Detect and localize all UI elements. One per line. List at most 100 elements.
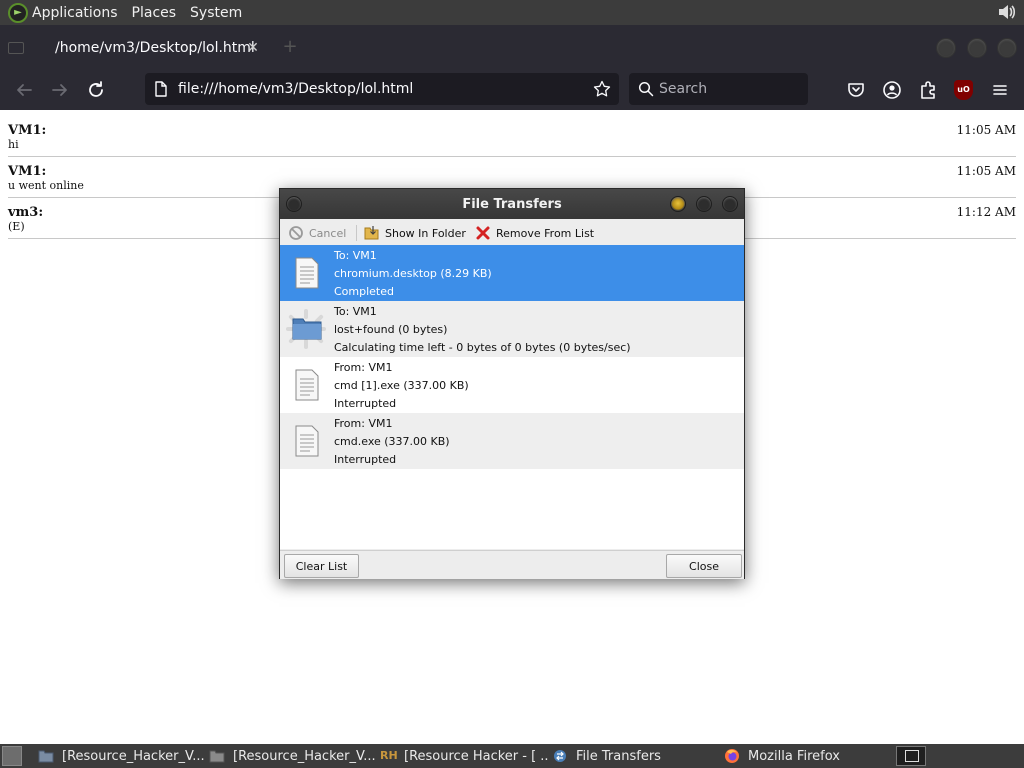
transfer-row[interactable]: To: VM1 lost+found (0 bytes) Calculating… [280,301,744,357]
document-icon [295,369,319,401]
system-menu[interactable]: System [190,5,242,21]
dialog-titlebar[interactable]: File Transfers [280,189,744,219]
reload-icon[interactable] [84,78,108,102]
message-time: 11:12 AM [956,205,1016,219]
maximize-window-button[interactable] [967,38,987,58]
clear-list-button[interactable]: Clear List [284,554,359,578]
top-panel: ► Applications Places System [0,0,1024,25]
remove-from-list-label: Remove From List [496,226,595,240]
message-sender: VM1: [8,123,47,138]
bottom-taskbar: [Resource_Hacker_V... [Resource_Hacker_V… [0,744,1024,768]
workspace-window-icon [905,750,919,762]
taskbar-item-label: [Resource_Hacker_V... [62,748,205,764]
taskbar-item-label: [Resource Hacker - [ ... [404,748,548,764]
show-in-folder-label: Show In Folder [385,226,466,240]
remove-x-icon [476,226,490,240]
taskbar-item[interactable]: Mozilla Firefox [724,746,892,766]
taskbar-item-label: [Resource_Hacker_V... [233,748,376,764]
transfer-direction: To: VM1 [334,305,377,318]
ublock-origin-icon[interactable]: uO [954,80,973,100]
page-icon [155,81,167,97]
transfer-row[interactable]: To: VM1 chromium.desktop (8.29 KB) Compl… [280,245,744,301]
transfer-file: lost+found (0 bytes) [334,323,448,336]
search-placeholder: Search [659,81,708,97]
cancel-transfer-button[interactable]: Cancel [288,225,346,241]
cancel-icon [289,226,303,240]
tab-overview-icon[interactable] [8,42,24,54]
transfer-list: To: VM1 chromium.desktop (8.29 KB) Compl… [280,245,744,549]
url-bar[interactable]: file:///home/vm3/Desktop/lol.html [145,73,619,105]
tab-close-icon[interactable]: ✕ [244,39,262,57]
transfers-icon [554,750,566,762]
distro-logo-icon[interactable]: ► [8,2,28,23]
taskbar-item-label: Mozilla Firefox [748,748,840,764]
transfer-direction: From: VM1 [334,417,393,430]
document-icon [295,425,319,457]
taskbar-item[interactable]: [Resource_Hacker_V... [38,746,206,766]
toolbar-divider [356,225,357,241]
show-in-folder-button[interactable]: Show In Folder [364,225,466,241]
forward-icon[interactable] [48,78,72,102]
tab-strip: /home/vm3/Desktop/lol.html ✕ + [0,25,1024,70]
transfer-row[interactable]: From: VM1 cmd.exe (337.00 KB) Interrupte… [280,413,744,469]
firefox-icon [725,749,739,763]
folder-icon [38,750,54,763]
dialog-minimize-button[interactable] [670,196,686,212]
bookmark-star-icon[interactable] [593,80,611,98]
message-sender: VM1: [8,164,47,179]
volume-icon[interactable] [996,2,1016,22]
transfer-file: chromium.desktop (8.29 KB) [334,267,492,280]
taskbar-item[interactable]: [Resource_Hacker_V... [209,746,377,766]
remove-from-list-button[interactable]: Remove From List [475,225,594,241]
minimize-window-button[interactable] [936,38,956,58]
show-desktop-button[interactable] [2,746,22,766]
message-text: u went online [8,179,84,192]
new-tab-icon[interactable]: + [280,37,300,57]
dialog-footer: Clear List Close [280,550,744,579]
account-icon[interactable] [880,78,904,102]
document-icon [295,257,319,289]
url-text: file:///home/vm3/Desktop/lol.html [178,81,414,97]
workspace-switcher[interactable] [896,746,926,766]
transfer-status: Interrupted [334,397,397,410]
transfer-status: Interrupted [334,453,397,466]
places-menu[interactable]: Places [132,5,177,21]
search-icon [638,81,654,97]
message-time: 11:05 AM [956,123,1016,137]
transfer-file: cmd [1].exe (337.00 KB) [334,379,469,392]
nav-bar: file:///home/vm3/Desktop/lol.html Search… [0,70,1024,110]
message-text: (E) [8,220,25,233]
extensions-icon[interactable] [916,78,940,102]
transfer-status: Completed [334,285,394,298]
applications-menu[interactable]: Applications [32,5,118,21]
resource-hacker-icon: RH [380,749,398,762]
folder-icon [292,318,322,340]
transfer-direction: From: VM1 [334,361,393,374]
transfer-status: Calculating time left - 0 bytes of 0 byt… [334,341,631,354]
transfer-direction: To: VM1 [334,249,377,262]
folder-icon [209,750,225,763]
dialog-toolbar: Cancel Show In Folder Remove From List [280,220,744,245]
dialog-close-button[interactable] [722,196,738,212]
folder-open-icon [364,226,379,240]
file-transfers-dialog: File Transfers Cancel Show In Folder Rem… [279,188,745,579]
transfer-row[interactable]: From: VM1 cmd [1].exe (337.00 KB) Interr… [280,357,744,413]
taskbar-item[interactable]: File Transfers [552,746,720,766]
taskbar-item[interactable]: RH [Resource Hacker - [ ... [380,746,548,766]
message-text: hi [8,138,19,151]
search-bar[interactable]: Search [629,73,808,105]
transfer-file: cmd.exe (337.00 KB) [334,435,450,448]
tab-title: /home/vm3/Desktop/lol.html [55,40,255,56]
back-icon[interactable] [12,78,36,102]
taskbar-item-label: File Transfers [576,748,661,764]
close-button[interactable]: Close [666,554,742,578]
message-time: 11:05 AM [956,164,1016,178]
chat-message: VM1: hi 11:05 AM [8,116,1016,157]
message-sender: vm3: [8,205,44,220]
cancel-label: Cancel [309,226,347,240]
tab-lol-html[interactable]: /home/vm3/Desktop/lol.html ✕ [42,34,264,62]
dialog-maximize-button[interactable] [696,196,712,212]
close-window-button[interactable] [997,38,1017,58]
pocket-icon[interactable] [844,78,868,102]
hamburger-menu-icon[interactable] [988,78,1012,102]
